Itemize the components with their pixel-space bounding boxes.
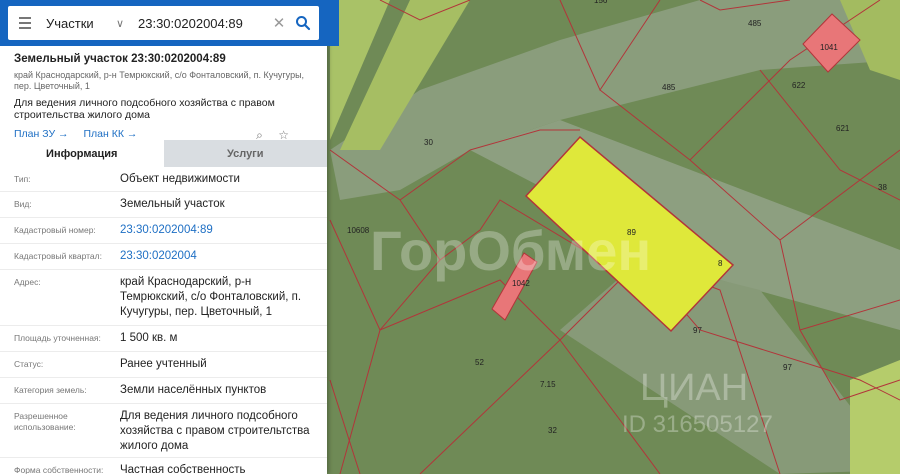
- row-permitted-use: Разрешенное использование: Для ведения л…: [0, 403, 327, 457]
- parcel-number-label: 621: [836, 124, 850, 133]
- row-value: Земельный участок: [120, 198, 225, 210]
- row-cadastral-block: Кадастровый квартал: 23:30:0202004: [0, 243, 327, 269]
- row-cadastral-number: Кадастровый номер: 23:30:0202004:89: [0, 217, 327, 243]
- parcel-number-label: 97: [783, 363, 792, 372]
- row-value: Объект недвижимости: [120, 173, 240, 185]
- parcel-title: Земельный участок 23:30:0202004:89: [14, 53, 226, 65]
- row-label: Категория земель:: [14, 385, 87, 395]
- row-label: Вид:: [14, 199, 32, 209]
- parcel-number-label: 1042: [512, 279, 530, 288]
- watermark-cian: ЦИАН: [640, 367, 748, 409]
- row-address: Адрес: край Краснодарский, р-н Темрюкски…: [0, 269, 327, 325]
- chevron-down-icon[interactable]: ∨: [116, 17, 132, 30]
- row-value: 1 500 кв. м: [120, 332, 178, 344]
- menu-icon[interactable]: [8, 6, 42, 40]
- parcel-purpose: Для ведения личного подсобного хозяйства…: [14, 97, 275, 121]
- parcel-info-panel: Земельный участок 23:30:0202004:89 край …: [0, 0, 327, 474]
- row-area: Площадь уточненная: 1 500 кв. м: [0, 325, 327, 351]
- parcel-number-label: 8: [718, 259, 723, 268]
- search-input[interactable]: 23:30:0202004:89: [132, 16, 271, 31]
- parcel-number-label: 485: [748, 19, 762, 28]
- row-label: Кадастровый квартал:: [14, 251, 102, 261]
- watermark-cian-id: ID 316505127: [622, 411, 773, 438]
- row-value: Для ведения личного подсобного хозяйства…: [120, 410, 310, 452]
- row-label: Тип:: [14, 174, 31, 184]
- row-status: Статус: Ранее учтенный: [0, 351, 327, 377]
- row-value: край Краснодарский, р-н Темрюкский, с/о …: [120, 276, 302, 318]
- parcel-number-label: 38: [878, 183, 887, 192]
- parcel-number-label: 89: [627, 228, 636, 237]
- row-value: Ранее учтенный: [120, 358, 207, 370]
- parcel-number-label: 52: [475, 358, 484, 367]
- row-value: Земли населённых пунктов: [120, 384, 267, 396]
- search-category-select[interactable]: Участки: [42, 16, 116, 31]
- clear-icon[interactable]: ✕: [271, 14, 287, 32]
- row-label: Кадастровый номер:: [14, 225, 96, 235]
- tab-information[interactable]: Информация: [0, 140, 164, 167]
- parcel-number-label: 7.15: [540, 380, 556, 389]
- plan-kk-link[interactable]: План КК →: [83, 128, 137, 140]
- row-land-category: Категория земель: Земли населённых пункт…: [0, 377, 327, 403]
- row-label: Площадь уточненная:: [14, 333, 101, 343]
- row-type: Тип: Объект недвижимости: [0, 167, 327, 191]
- search-box: Участки ∨ 23:30:0202004:89 ✕: [8, 6, 319, 40]
- plan-zu-link[interactable]: План ЗУ →: [14, 128, 69, 140]
- row-value: Частная собственность: [120, 464, 246, 474]
- parcel-number-label: 10608: [347, 226, 370, 235]
- parcel-number-label: 485: [662, 83, 676, 92]
- tab-services[interactable]: Услуги: [163, 140, 327, 167]
- info-rows: Тип: Объект недвижимости Вид: Земельный …: [0, 167, 327, 474]
- info-tabs: Информация Услуги: [0, 140, 327, 167]
- row-label: Разрешенное использование:: [14, 411, 76, 432]
- row-label: Статус:: [14, 359, 44, 369]
- row-label: Форма собственности:: [14, 465, 104, 474]
- search-icon[interactable]: [287, 15, 319, 31]
- row-ownership: Форма собственности: Частная собственнос…: [0, 457, 327, 474]
- parcel-number-label: 1041: [820, 43, 838, 52]
- row-label: Адрес:: [14, 277, 41, 287]
- watermark-text: ГорОбмен: [370, 219, 651, 282]
- parcel-number-label: 156: [594, 0, 608, 5]
- row-kind: Вид: Земельный участок: [0, 191, 327, 217]
- parcel-number-label: 622: [792, 81, 806, 90]
- parcel-number-label: 32: [548, 426, 557, 435]
- cadastral-block-link[interactable]: 23:30:0202004: [120, 244, 327, 269]
- plan-links: План ЗУ → План КК → ⌕ ☆: [0, 121, 327, 142]
- cadastral-number-link[interactable]: 23:30:0202004:89: [120, 218, 327, 243]
- parcel-address-short: край Краснодарский, р-н Темрюкский, с/о …: [14, 70, 305, 91]
- search-bar: Участки ∨ 23:30:0202004:89 ✕: [0, 0, 339, 46]
- parcel-number-label: 97: [693, 326, 702, 335]
- parcel-number-label: 30: [424, 138, 433, 147]
